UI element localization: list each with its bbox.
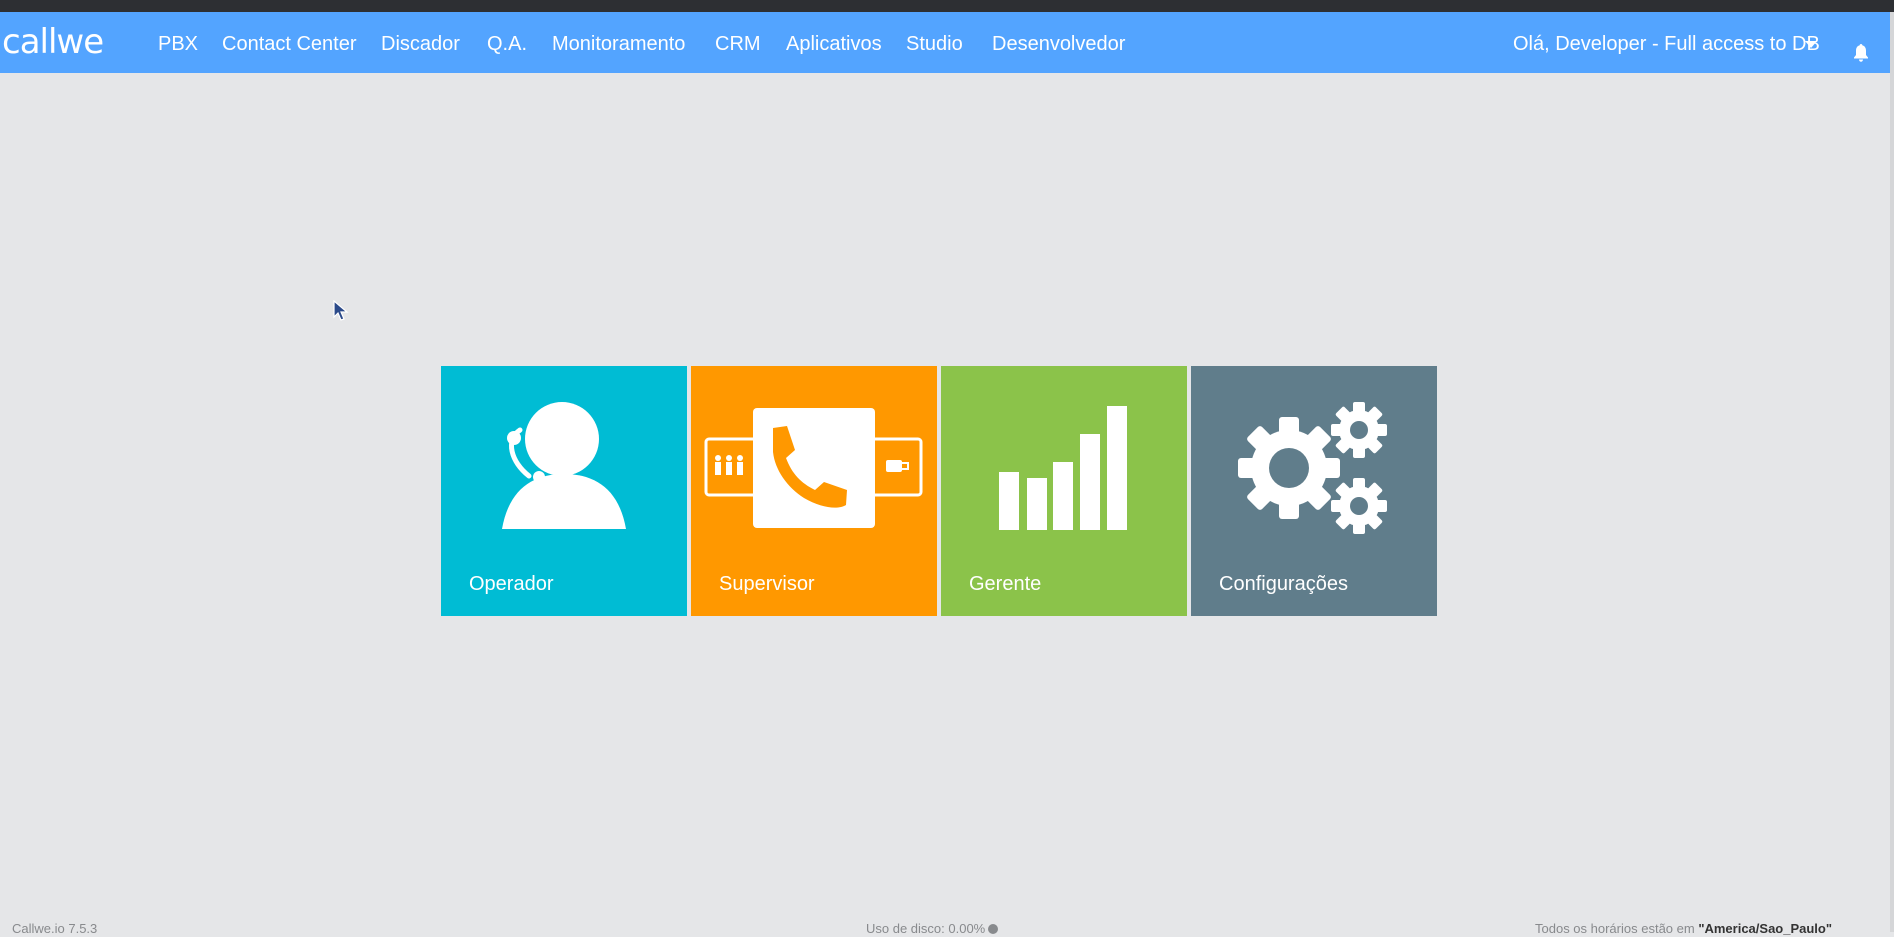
bell-icon[interactable] bbox=[1854, 44, 1868, 62]
tile-supervisor[interactable]: Supervisor bbox=[691, 366, 937, 616]
caret-down-icon[interactable] bbox=[1805, 41, 1817, 48]
callwe-logo[interactable]: callwe bbox=[2, 24, 104, 60]
top-navbar: callwe PBX Contact Center Discador Q.A. … bbox=[0, 12, 1890, 73]
nav-item-contact-center[interactable]: Contact Center bbox=[222, 32, 357, 56]
nav-item-studio[interactable]: Studio bbox=[906, 32, 963, 56]
browser-top-strip bbox=[0, 0, 1894, 12]
page-scrollbar[interactable] bbox=[1890, 12, 1894, 932]
nav-item-pbx[interactable]: PBX bbox=[158, 32, 198, 56]
app-version: Callwe.io 7.5.3 bbox=[12, 921, 98, 936]
disk-usage: Uso de disco: 0.00% bbox=[866, 921, 999, 937]
nav-item-aplicativos[interactable]: Aplicativos bbox=[786, 32, 882, 56]
user-menu[interactable]: Olá, Developer - Full access to DB bbox=[1513, 32, 1820, 56]
tile-label: Configurações bbox=[1219, 573, 1348, 595]
nav-item-qa[interactable]: Q.A. bbox=[487, 32, 527, 56]
tile-label: Supervisor bbox=[719, 573, 815, 595]
tile-configuracoes[interactable]: Configurações bbox=[1191, 366, 1437, 616]
nav-item-discador[interactable]: Discador bbox=[381, 32, 460, 56]
tile-label: Gerente bbox=[969, 573, 1042, 595]
tile-label: Operador bbox=[469, 573, 554, 595]
tile-operador[interactable]: Operador bbox=[441, 366, 687, 616]
disk-usage-text: Uso de disco: 0.00% bbox=[866, 921, 986, 936]
nav-item-desenvolvedor[interactable]: Desenvolvedor bbox=[992, 32, 1125, 56]
tile-gerente[interactable]: Gerente bbox=[941, 366, 1187, 616]
timezone-value: "America/Sao_Paulo" bbox=[1698, 921, 1833, 936]
info-icon[interactable] bbox=[988, 924, 999, 934]
timezone-note: Todos os horários estão em "America/Sao_… bbox=[1535, 921, 1832, 937]
nav-item-monitoramento[interactable]: Monitoramento bbox=[552, 32, 685, 56]
mouse-cursor-icon bbox=[333, 300, 349, 321]
nav-item-crm[interactable]: CRM bbox=[715, 32, 761, 56]
timezone-prefix: Todos os horários estão em bbox=[1535, 921, 1699, 936]
